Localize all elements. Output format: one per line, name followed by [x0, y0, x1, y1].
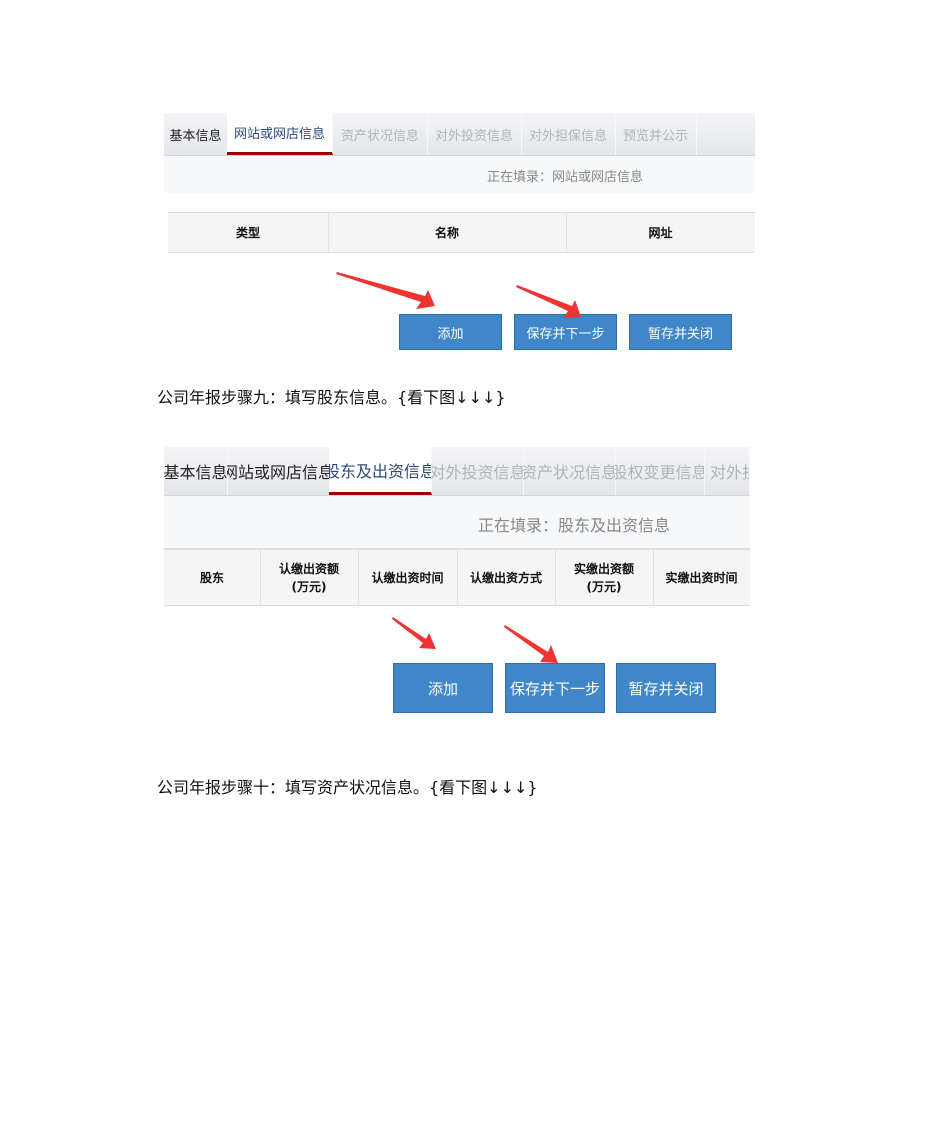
document-page: 基本信息 网站或网店信息 资产状况信息 对外投资信息 对外担保信息 预览并公示 … — [0, 0, 945, 1122]
save-close-button[interactable]: 暂存并关闭 — [629, 314, 732, 350]
column-header: 实缴出资额 (万元) — [555, 550, 654, 605]
add-button[interactable]: 添加 — [393, 663, 493, 713]
tab-bar: 基本信息 网站或网店信息 资产状况信息 对外投资信息 对外担保信息 预览并公示 — [164, 113, 755, 156]
column-header: 股东 — [164, 550, 261, 605]
tab-bar: 基本信息 网站或网店信息 股东及出资信息 对外投资信息 资产状况信息 股权变更信… — [164, 447, 750, 496]
tab-website-info[interactable]: 网站或网店信息 — [227, 113, 333, 155]
tab-basic-info[interactable]: 基本信息 — [164, 447, 228, 495]
tab-website-info[interactable]: 网站或网店信息 — [227, 447, 330, 495]
shareholder-info-screenshot: 基本信息 网站或网店信息 股东及出资信息 对外投资信息 资产状况信息 股权变更信… — [164, 447, 750, 713]
tab-equity-change-info[interactable]: 股权变更信息 — [615, 447, 705, 495]
add-button[interactable]: 添加 — [399, 314, 502, 350]
save-close-button[interactable]: 暂存并关闭 — [616, 663, 716, 713]
step9-text: 公司年报步骤九：填写股东信息。{看下图↓↓↓} — [157, 388, 506, 407]
step10-text: 公司年报步骤十：填写资产状况信息。{看下图↓↓↓} — [157, 778, 538, 797]
tab-guarantee-info[interactable]: 对外担 — [704, 447, 750, 495]
save-next-button[interactable]: 保存并下一步 — [505, 663, 605, 713]
tab-guarantee-info[interactable]: 对外担保信息 — [521, 113, 616, 155]
status-text: 正在填录：股东及出资信息 — [478, 516, 671, 535]
status-bar: 正在填录：股东及出资信息 — [164, 496, 750, 548]
column-header: 实缴出资时间 — [665, 570, 738, 585]
save-next-button[interactable]: 保存并下一步 — [514, 314, 617, 350]
column-header: 名称 — [328, 213, 567, 252]
tab-asset-info[interactable]: 资产状况信息 — [523, 447, 616, 495]
tab-asset-info[interactable]: 资产状况信息 — [333, 113, 428, 155]
tab-shareholder-info[interactable]: 股东及出资信息 — [329, 447, 432, 495]
status-text: 正在填录：网站或网店信息 — [487, 170, 644, 185]
tab-preview-publish[interactable]: 预览并公示 — [615, 113, 697, 155]
tab-investment-info[interactable]: 对外投资信息 — [432, 447, 524, 495]
column-header: 认缴出资方式 — [457, 550, 556, 605]
tab-basic-info[interactable]: 基本信息 — [164, 113, 228, 155]
tab-investment-info[interactable]: 对外投资信息 — [427, 113, 522, 155]
table-header: 类型 名称 网址 — [168, 212, 755, 253]
column-header: 网址 — [648, 225, 673, 240]
table-header: 股东 认缴出资额 (万元) 认缴出资时间 认缴出资方式 实缴出资额 (万元) 实… — [164, 548, 750, 606]
status-bar: 正在填录：网站或网店信息 — [164, 156, 755, 193]
column-header: 类型 — [168, 213, 329, 252]
website-info-screenshot: 基本信息 网站或网店信息 资产状况信息 对外投资信息 对外担保信息 预览并公示 … — [164, 113, 755, 350]
column-header: 认缴出资额 (万元) — [260, 550, 359, 605]
column-header: 认缴出资时间 — [358, 550, 458, 605]
